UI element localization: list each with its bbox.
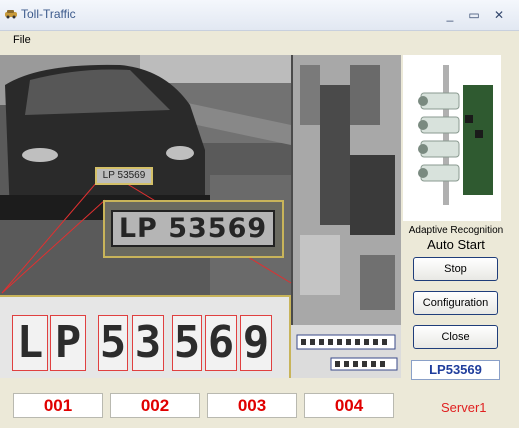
close-window-button[interactable]: ✕ xyxy=(490,7,508,23)
maximize-button[interactable]: ▭ xyxy=(465,7,483,23)
title-bar[interactable]: Toll-Traffic _ ▭ ✕ xyxy=(0,0,519,31)
menu-file[interactable]: File xyxy=(13,34,31,46)
segmented-characters: L P 5 3 5 6 9 xyxy=(0,295,291,378)
char-box: 5 xyxy=(172,315,202,371)
menu-bar: File xyxy=(0,31,519,51)
video-view: LP 53569 LP 53569 L P 5 3 5 6 9 xyxy=(0,55,401,378)
window-title: Toll-Traffic xyxy=(21,7,76,21)
recognized-plate-field: LP53569 xyxy=(411,360,500,380)
plate-zoom-view: LP 53569 xyxy=(103,200,284,258)
app-window: Toll-Traffic _ ▭ ✕ File LP 53569 LP 5356… xyxy=(0,0,519,428)
hardware-card-image xyxy=(403,55,501,221)
minimize-button[interactable]: _ xyxy=(441,7,459,23)
char-box: 3 xyxy=(132,315,164,371)
close-button[interactable]: Close xyxy=(413,325,498,349)
lane-004[interactable]: 004 xyxy=(304,393,394,418)
character-strip-preview xyxy=(291,325,401,378)
plate-zoom-text: LP 53569 xyxy=(111,210,275,247)
lane-002[interactable]: 002 xyxy=(110,393,200,418)
auto-start-label: Auto Start xyxy=(427,237,485,252)
car-icon xyxy=(5,10,17,19)
char-box: 6 xyxy=(205,315,237,371)
char-box: L xyxy=(12,315,48,371)
adaptive-recognition-label: Adaptive Recognition xyxy=(408,225,504,236)
char-box: 9 xyxy=(240,315,272,371)
char-box: 5 xyxy=(98,315,128,371)
lane-001[interactable]: 001 xyxy=(13,393,103,418)
detected-plate-box: LP 53569 xyxy=(95,167,153,185)
char-box: P xyxy=(50,315,86,371)
lane-003[interactable]: 003 xyxy=(207,393,297,418)
server-status: Server1 xyxy=(441,400,487,415)
stop-button[interactable]: Stop xyxy=(413,257,498,281)
configuration-button[interactable]: Configuration xyxy=(413,291,498,315)
